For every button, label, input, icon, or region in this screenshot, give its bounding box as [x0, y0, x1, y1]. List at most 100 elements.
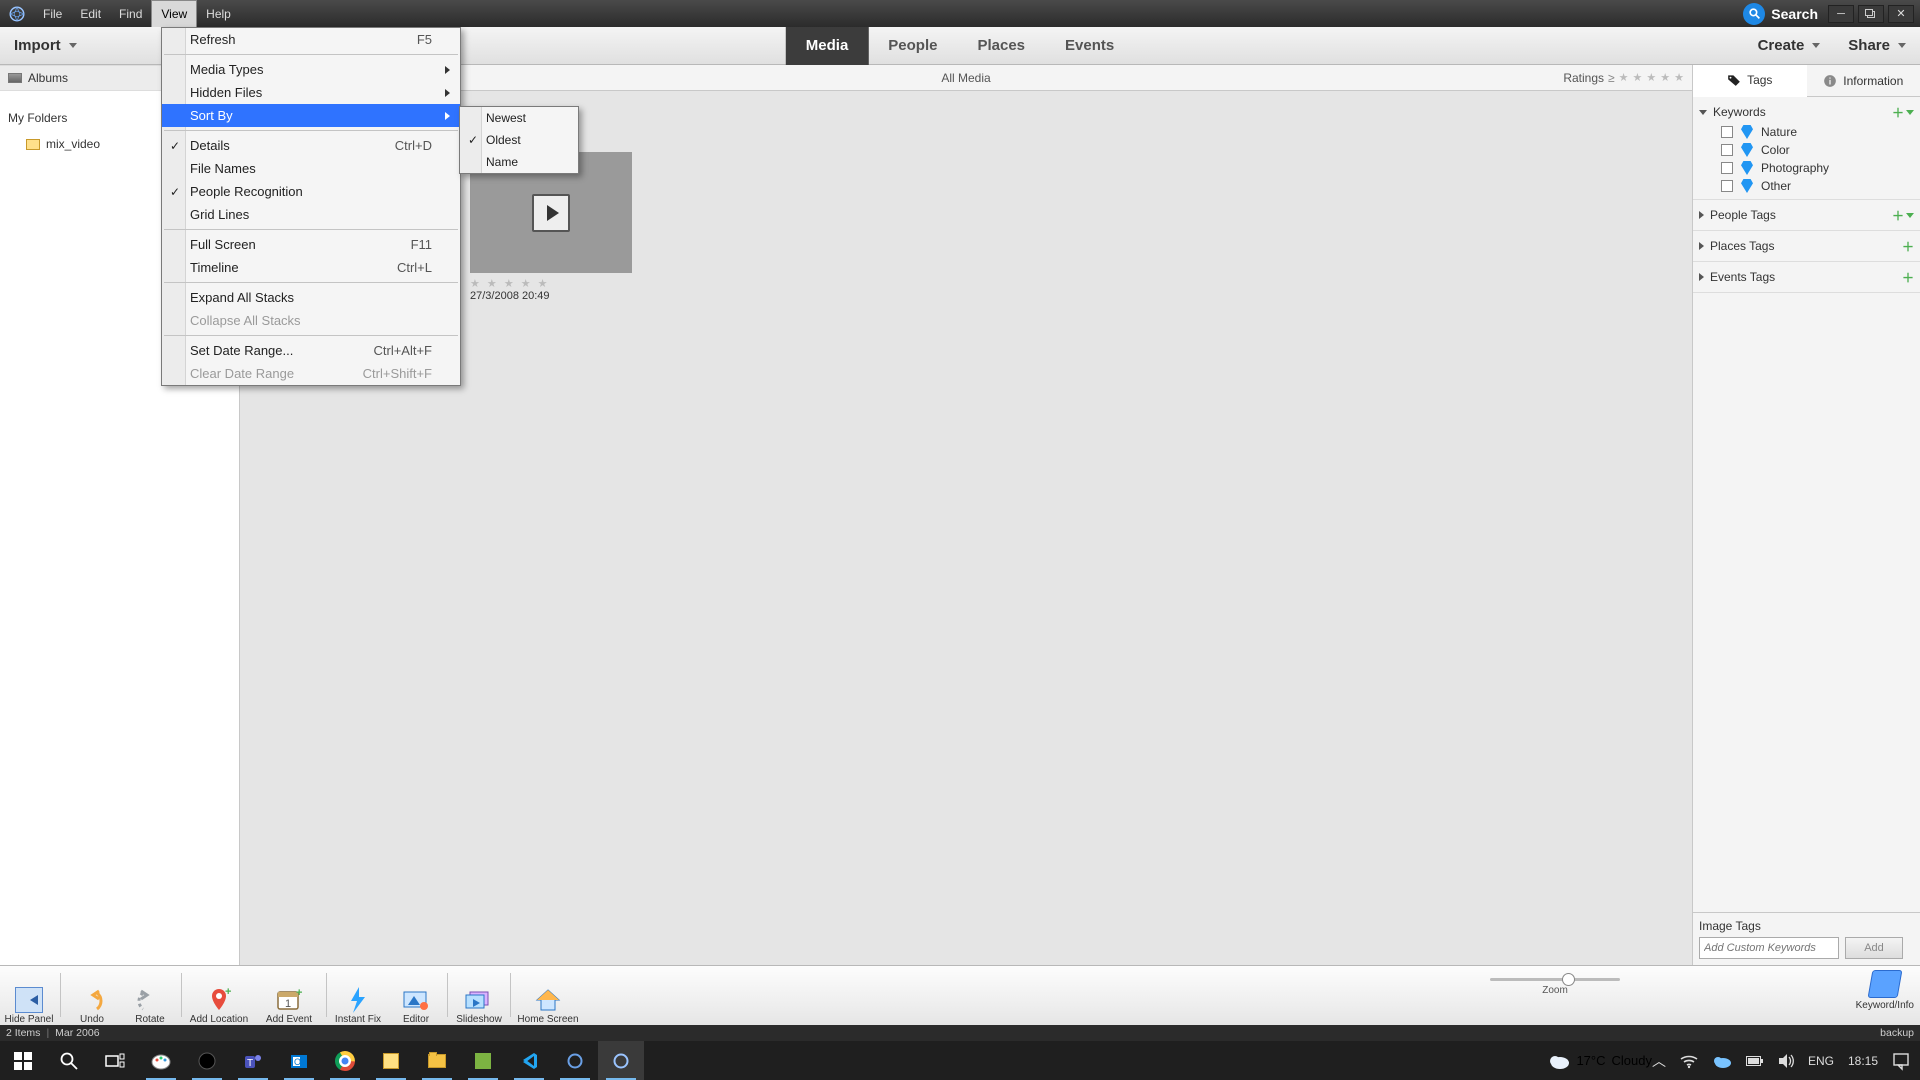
taskbar-app[interactable] — [184, 1041, 230, 1080]
taskbar-app[interactable] — [460, 1041, 506, 1080]
menu-grid-lines[interactable]: Grid Lines — [162, 203, 460, 226]
sort-newest[interactable]: Newest — [460, 107, 578, 129]
tray-chevron-icon[interactable]: ︿ — [1652, 1051, 1666, 1071]
zoom-slider[interactable]: Zoom — [1490, 978, 1620, 996]
add-event-button[interactable]: 1+ Add Event — [254, 967, 324, 1025]
add-keyword-confirm-button[interactable]: Add — [1845, 937, 1903, 959]
sort-oldest[interactable]: ✓ Oldest — [460, 129, 578, 151]
custom-keywords-input[interactable] — [1699, 937, 1839, 959]
add-keyword-button[interactable]: ＋ — [1892, 104, 1914, 121]
checkbox[interactable] — [1721, 126, 1733, 138]
menu-refresh[interactable]: RefreshF5 — [162, 28, 460, 51]
taskview-icon — [105, 1053, 125, 1069]
tray-clock[interactable]: 18:15 — [1848, 1054, 1878, 1068]
taskbar-search[interactable] — [46, 1041, 92, 1080]
home-screen-button[interactable]: Home Screen — [513, 967, 583, 1025]
menu-hidden-files[interactable]: Hidden Files — [162, 81, 460, 104]
undo-button[interactable]: Undo — [63, 967, 121, 1025]
slideshow-button[interactable]: Slideshow — [450, 967, 508, 1025]
star-icon[interactable]: ★ — [1619, 71, 1629, 84]
taskbar-teams[interactable]: T — [230, 1041, 276, 1080]
minimize-button[interactable]: ─ — [1828, 5, 1854, 23]
taskbar-app[interactable] — [138, 1041, 184, 1080]
start-button[interactable] — [0, 1041, 46, 1080]
taskbar-app[interactable] — [552, 1041, 598, 1080]
tab-events[interactable]: Events — [1045, 27, 1134, 65]
sort-name[interactable]: Name — [460, 151, 578, 173]
taskbar-app[interactable] — [368, 1041, 414, 1080]
star-icon[interactable]: ★ — [1660, 71, 1670, 84]
section-header-people[interactable]: People Tags ＋ — [1699, 204, 1914, 226]
chevron-right-icon — [445, 112, 450, 120]
share-button[interactable]: Share — [1834, 37, 1920, 54]
tag-icon — [1741, 143, 1753, 157]
close-button[interactable]: ✕ — [1888, 5, 1914, 23]
add-people-tag-button[interactable]: ＋ — [1892, 207, 1914, 224]
tab-people[interactable]: People — [868, 27, 957, 65]
share-label: Share — [1848, 37, 1890, 54]
restore-button[interactable] — [1858, 5, 1884, 23]
menu-help[interactable]: Help — [197, 0, 240, 27]
menu-expand-stacks[interactable]: Expand All Stacks — [162, 286, 460, 309]
star-icon[interactable]: ★ — [1646, 71, 1656, 84]
keyword-item[interactable]: Color — [1699, 141, 1914, 159]
tab-tags[interactable]: Tags — [1693, 65, 1807, 97]
menu-full-screen[interactable]: Full ScreenF11 — [162, 233, 460, 256]
create-button[interactable]: Create — [1744, 37, 1835, 54]
menu-file[interactable]: File — [34, 0, 71, 27]
section-header-events[interactable]: Events Tags ＋ — [1699, 266, 1914, 288]
tab-information[interactable]: Information — [1807, 65, 1920, 96]
task-view[interactable] — [92, 1041, 138, 1080]
rating-stars[interactable]: ★ ★ ★ ★ ★ — [470, 277, 550, 290]
keyword-info-label: Keyword/Info — [1856, 1000, 1914, 1011]
taskbar-explorer[interactable] — [414, 1041, 460, 1080]
search-button[interactable]: Search — [1743, 3, 1818, 25]
section-header-keywords[interactable]: Keywords ＋ — [1699, 101, 1914, 123]
ratings-filter[interactable]: Ratings ≥ ★ ★ ★ ★ ★ — [1563, 71, 1684, 85]
checkbox[interactable] — [1721, 162, 1733, 174]
keyword-info-toggle[interactable]: Keyword/Info — [1856, 970, 1914, 1011]
section-header-places[interactable]: Places Tags ＋ — [1699, 235, 1914, 257]
keyword-item[interactable]: Nature — [1699, 123, 1914, 141]
hide-panel-button[interactable]: Hide Panel — [0, 967, 58, 1025]
rotate-button[interactable]: Rotate — [121, 967, 179, 1025]
tab-media[interactable]: Media — [786, 27, 869, 65]
wifi-icon[interactable] — [1680, 1054, 1698, 1068]
tab-places[interactable]: Places — [957, 27, 1045, 65]
menu-media-types[interactable]: Media Types — [162, 58, 460, 81]
slider-thumb[interactable] — [1562, 973, 1575, 986]
taskbar-chrome[interactable] — [322, 1041, 368, 1080]
keyword-item[interactable]: Other — [1699, 177, 1914, 195]
menu-set-date-range[interactable]: Set Date Range...Ctrl+Alt+F — [162, 339, 460, 362]
add-places-tag-button[interactable]: ＋ — [1902, 238, 1914, 255]
tray-language[interactable]: ENG — [1808, 1054, 1834, 1068]
menu-edit[interactable]: Edit — [71, 0, 110, 27]
star-icon[interactable]: ★ — [1633, 71, 1643, 84]
keyword-item[interactable]: Photography — [1699, 159, 1914, 177]
add-events-tag-button[interactable]: ＋ — [1902, 269, 1914, 286]
menu-sort-by[interactable]: Sort By — [162, 104, 460, 127]
battery-icon[interactable] — [1746, 1054, 1764, 1068]
menu-find[interactable]: Find — [110, 0, 151, 27]
checkbox[interactable] — [1721, 180, 1733, 192]
checkbox[interactable] — [1721, 144, 1733, 156]
onedrive-icon[interactable] — [1712, 1054, 1732, 1068]
menu-view[interactable]: View — [151, 0, 197, 27]
taskbar-weather[interactable]: 17°C Cloudy — [1548, 1052, 1652, 1070]
menu-timeline[interactable]: TimelineCtrl+L — [162, 256, 460, 279]
aperture-icon — [613, 1053, 629, 1069]
menu-file-names[interactable]: File Names — [162, 157, 460, 180]
albums-label[interactable]: Albums — [28, 71, 68, 85]
star-icon[interactable]: ★ — [1674, 71, 1684, 84]
editor-button[interactable]: Editor — [387, 967, 445, 1025]
taskbar-outlook[interactable]: O — [276, 1041, 322, 1080]
taskbar-vscode[interactable] — [506, 1041, 552, 1080]
menu-people-recognition[interactable]: ✓ People Recognition — [162, 180, 460, 203]
instant-fix-button[interactable]: Instant Fix — [329, 967, 387, 1025]
volume-icon[interactable] — [1778, 1053, 1794, 1069]
import-button[interactable]: Import — [0, 37, 91, 54]
add-location-button[interactable]: + Add Location — [184, 967, 254, 1025]
notifications-icon[interactable] — [1892, 1052, 1910, 1070]
menu-details[interactable]: ✓ DetailsCtrl+D — [162, 134, 460, 157]
taskbar-app-active[interactable] — [598, 1041, 644, 1080]
